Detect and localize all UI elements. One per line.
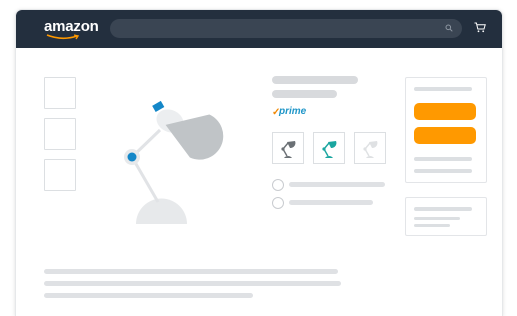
add-to-cart-button[interactable] [414,103,476,120]
prime-label: prime [279,106,307,117]
thumbnail-2[interactable] [44,118,76,150]
option-radio-2[interactable] [272,197,284,209]
description-placeholder-1 [44,269,338,274]
lamp-variant-dark-icon [281,141,296,158]
lamp-variant-teal-icon [322,141,337,158]
buy-now-button[interactable] [414,127,476,144]
option-placeholder-1 [289,182,385,187]
variant-option-light[interactable] [354,132,386,164]
title-placeholder-line-2 [272,90,337,98]
option-radio-1[interactable] [272,179,284,191]
desk-lamp-illustration [124,100,224,224]
site-header: amazon [16,10,502,48]
buy-box [405,77,487,183]
price-placeholder [414,87,472,91]
info-placeholder-1 [414,207,472,211]
option-placeholder-2 [289,200,373,205]
description-placeholder-3 [44,293,253,298]
lamp-variant-light-icon [363,141,378,158]
thumbnail-1[interactable] [44,77,76,109]
title-placeholder-line-1 [272,76,358,84]
search-bar[interactable] [110,19,462,38]
browser-window: amazon ✓ prime [15,9,503,316]
thumbnail-3[interactable] [44,159,76,191]
buybox-placeholder-1 [414,157,472,161]
info-placeholder-3 [414,224,450,227]
logo-wordmark: amazon [44,18,99,35]
amazon-logo[interactable]: amazon [44,19,99,43]
info-placeholder-2 [414,217,460,220]
variant-option-teal[interactable] [313,132,345,164]
info-box [405,197,487,236]
smile-arrow-icon [46,34,80,40]
buybox-placeholder-2 [414,169,472,173]
search-icon[interactable] [445,24,453,32]
variant-option-dark[interactable] [272,132,304,164]
cart-icon[interactable] [474,22,486,33]
description-placeholder-2 [44,281,341,286]
